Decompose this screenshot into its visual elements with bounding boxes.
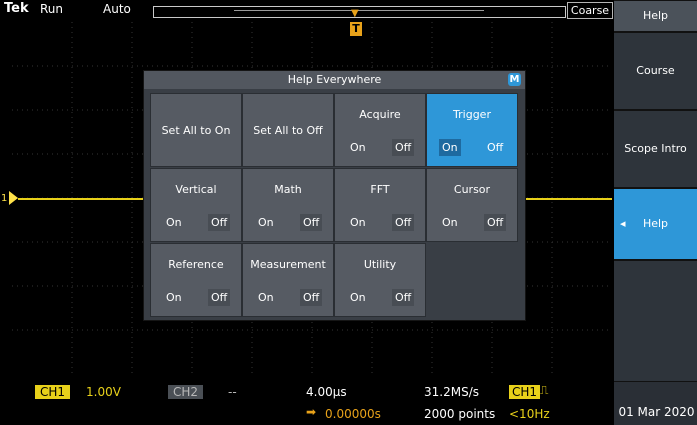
cell-label: Acquire [359,108,401,121]
run-status[interactable]: Run [40,2,63,16]
side-menu-empty [614,260,697,382]
trigger-off-toggle[interactable]: Off [484,139,506,156]
cell-reference: Reference On Off [150,243,242,317]
side-menu-item-scope-intro[interactable]: Scope Intro [614,110,697,188]
cell-label: Vertical [175,183,217,196]
cursor-on-toggle[interactable]: On [439,214,461,231]
measurement-off-toggle[interactable]: Off [300,289,323,306]
cell-measurement: Measurement On Off [242,243,334,317]
fft-off-toggle[interactable]: Off [392,214,415,231]
utility-on-toggle[interactable]: On [347,289,369,306]
acquire-off-toggle[interactable]: Off [392,139,415,156]
bottom-status-bar: CH1 1.00V CH2 -- 4.00µs ➡ 0.00000s 31.2M… [0,378,614,425]
delay-arrow-icon: ➡ [306,405,317,419]
trigger-on-toggle[interactable]: On [439,139,461,156]
cell-cursor: Cursor On Off [426,168,518,242]
cell-trigger: Trigger On Off [426,93,518,167]
acquire-on-toggle[interactable]: On [347,139,369,156]
date-display: 01 Mar 2020 [618,405,695,419]
cell-vertical: Vertical On Off [150,168,242,242]
cell-acquire: Acquire On Off [334,93,426,167]
record-length: 2000 points [424,407,496,421]
ch2-scale: -- [228,385,237,399]
cursor-off-toggle[interactable]: Off [484,214,507,231]
vertical-off-toggle[interactable]: Off [208,214,231,231]
ch1-scale[interactable]: 1.00V [86,385,121,399]
cell-utility: Utility On Off [334,243,426,317]
menu-badge-icon[interactable]: M [508,73,521,86]
delay-value[interactable]: 0.00000s [325,407,381,421]
side-menu-item-course[interactable]: Course [614,32,697,110]
trigger-position-icon: ▼ [351,8,359,19]
timebase[interactable]: 4.00µs [306,385,347,399]
math-on-toggle[interactable]: On [255,214,277,231]
chevron-left-icon: ◂ [620,217,626,230]
help-everywhere-dialog: Help Everywhere M Set All to On Set All … [143,70,526,321]
math-off-toggle[interactable]: Off [300,214,323,231]
set-all-on-button[interactable]: Set All to On [150,93,242,167]
cell-label: Utility [363,258,397,271]
side-menu-title: Help [614,0,697,32]
sample-rate: 31.2MS/s [424,385,479,399]
cell-label: FFT [370,183,390,196]
cell-label: Reference [168,258,224,271]
cell-math: Math On Off [242,168,334,242]
cell-label: Measurement [250,258,326,271]
trigger-mode[interactable]: Auto [103,2,131,16]
set-all-off-button[interactable]: Set All to Off [242,93,334,167]
ch1-offset-marker-icon[interactable] [9,191,18,205]
trigger-source-badge[interactable]: CH1 [509,385,541,399]
cell-label: Trigger [453,108,491,121]
cell-label: Math [274,183,302,196]
trigger-frequency: <10Hz [509,407,550,421]
brand-logo: Tek [4,1,29,16]
utility-off-toggle[interactable]: Off [392,289,415,306]
reference-off-toggle[interactable]: Off [208,289,231,306]
ch1-badge[interactable]: CH1 [35,385,71,399]
measurement-on-toggle[interactable]: On [255,289,277,306]
trigger-marker[interactable]: T [350,22,362,36]
fft-on-toggle[interactable]: On [347,214,369,231]
dialog-title: Help Everywhere [144,71,525,89]
coarse-button[interactable]: Coarse [567,2,613,19]
cell-label: Cursor [453,183,491,196]
side-menu-item-help-everywhere[interactable]: ◂ Help Everywhere [614,188,697,300]
channel-marker-label: 1 [1,193,8,204]
vertical-on-toggle[interactable]: On [163,214,185,231]
top-status-bar: Tek Run Auto ▼ Coarse [0,0,614,22]
record-window [234,10,484,14]
ch2-badge[interactable]: CH2 [168,385,204,399]
trigger-edge-icon: ⎍ [540,383,549,397]
reference-on-toggle[interactable]: On [163,289,185,306]
cell-fft: FFT On Off [334,168,426,242]
